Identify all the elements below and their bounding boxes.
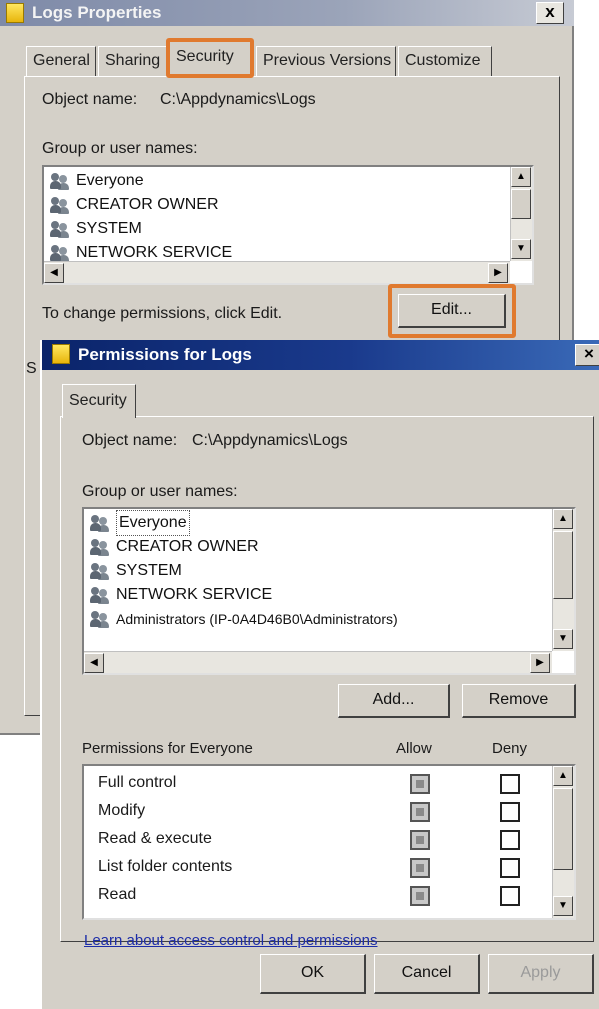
learn-access-control-link[interactable]: Learn about access control and permissio… — [84, 932, 378, 949]
close-icon[interactable]: x — [536, 2, 564, 24]
window-title: Logs Properties — [32, 3, 162, 22]
user-listbox[interactable]: Everyone CREATOR OWNER SYSTEM NETWORK SE… — [42, 165, 534, 285]
group-user-label: Group or user names: — [42, 140, 198, 157]
user-listbox[interactable]: Everyone CREATOR OWNER SYSTEM NETWORK SE… — [82, 507, 576, 675]
user-group-icon — [90, 514, 112, 532]
permission-name: Full control — [98, 774, 177, 791]
permissions-window: Permissions for Logs × Security Object n… — [40, 340, 599, 1009]
list-item[interactable]: Everyone — [46, 169, 508, 193]
user-group-icon — [50, 172, 72, 190]
list-item[interactable]: CREATOR OWNER — [46, 193, 508, 217]
allow-checkbox[interactable] — [410, 774, 430, 794]
permission-row: List folder contents — [84, 856, 552, 884]
user-group-icon — [50, 196, 72, 214]
scroll-right-icon[interactable]: ▶ — [530, 653, 550, 673]
tab-security[interactable]: Security — [166, 38, 254, 78]
permission-row: Modify — [84, 800, 552, 828]
deny-checkbox[interactable] — [500, 830, 520, 850]
scroll-up-icon[interactable]: ▲ — [553, 766, 573, 786]
object-name-label: Object name: — [82, 432, 178, 449]
allow-header: Allow — [396, 740, 432, 757]
user-group-icon — [90, 610, 112, 628]
object-name-label: Object name: — [42, 91, 138, 108]
logs-properties-titlebar[interactable]: Logs Properties x — [0, 0, 574, 26]
tab-customize[interactable]: Customize — [398, 46, 492, 76]
tab-sharing[interactable]: Sharing — [98, 46, 168, 76]
list-item[interactable]: SYSTEM — [86, 559, 548, 583]
remove-button[interactable]: Remove — [462, 684, 576, 718]
allow-checkbox[interactable] — [410, 886, 430, 906]
tab-general[interactable]: General — [26, 46, 96, 76]
scroll-left-icon[interactable]: ◀ — [44, 263, 64, 283]
allow-checkbox[interactable] — [410, 830, 430, 850]
permission-name: Read — [98, 886, 137, 903]
folder-icon — [6, 3, 24, 23]
edit-button[interactable]: Edit... — [398, 294, 506, 328]
allow-checkbox[interactable] — [410, 858, 430, 878]
user-list: Everyone CREATOR OWNER SYSTEM NETWORK SE… — [46, 169, 508, 265]
list-item[interactable]: CREATOR OWNER — [86, 535, 548, 559]
permission-row: Read — [84, 884, 552, 912]
deny-checkbox[interactable] — [500, 886, 520, 906]
edit-highlight: Edit... — [388, 284, 516, 338]
tab-security[interactable]: Security — [62, 384, 136, 418]
apply-button[interactable]: Apply — [488, 954, 594, 994]
permissions-listbox[interactable]: Full control Modify Read & execute List … — [82, 764, 576, 920]
allow-checkbox[interactable] — [410, 802, 430, 822]
user-group-icon — [90, 562, 112, 580]
scroll-thumb[interactable] — [553, 788, 573, 870]
object-name-value: C:\Appdynamics\Logs — [160, 91, 316, 108]
scroll-right-icon[interactable]: ▶ — [488, 263, 508, 283]
vertical-scrollbar[interactable]: ▲ ▼ — [552, 509, 574, 651]
deny-checkbox[interactable] — [500, 858, 520, 878]
horizontal-scrollbar[interactable]: ◀ ▶ — [44, 261, 510, 283]
user-group-icon — [90, 538, 112, 556]
permissions-for-label: Permissions for Everyone — [82, 740, 253, 757]
user-group-icon — [90, 586, 112, 604]
scroll-thumb[interactable] — [511, 189, 531, 219]
scroll-down-icon[interactable]: ▼ — [511, 239, 531, 259]
scroll-up-icon[interactable]: ▲ — [511, 167, 531, 187]
deny-checkbox[interactable] — [500, 774, 520, 794]
window-title: Permissions for Logs — [78, 345, 252, 364]
cancel-button[interactable]: Cancel — [374, 954, 480, 994]
vertical-scrollbar[interactable]: ▲ ▼ — [552, 766, 574, 918]
folder-icon — [52, 344, 70, 364]
user-group-icon — [50, 244, 72, 262]
permissions-titlebar[interactable]: Permissions for Logs × — [42, 340, 599, 370]
clipped-label: S — [26, 360, 37, 377]
list-item[interactable]: NETWORK SERVICE — [86, 583, 548, 607]
scroll-up-icon[interactable]: ▲ — [553, 509, 573, 529]
permission-name: Modify — [98, 802, 146, 819]
change-permissions-text: To change permissions, click Edit. — [42, 305, 283, 322]
list-item[interactable]: SYSTEM — [46, 217, 508, 241]
permissions-list: Full control Modify Read & execute List … — [84, 772, 552, 912]
scroll-down-icon[interactable]: ▼ — [553, 896, 573, 916]
group-user-label: Group or user names: — [82, 483, 238, 500]
permission-row: Full control — [84, 772, 552, 800]
deny-checkbox[interactable] — [500, 802, 520, 822]
scroll-down-icon[interactable]: ▼ — [553, 629, 573, 649]
horizontal-scrollbar[interactable]: ◀ ▶ — [84, 651, 552, 673]
tab-previous-versions[interactable]: Previous Versions — [256, 46, 396, 76]
user-group-icon — [50, 220, 72, 238]
scroll-thumb[interactable] — [553, 531, 573, 599]
permission-row: Read & execute — [84, 828, 552, 856]
permission-name: Read & execute — [98, 830, 212, 847]
list-item[interactable]: Administrators (IP-0A4D46B0\Administrato… — [86, 607, 548, 631]
list-item[interactable]: Everyone — [86, 510, 548, 536]
permission-name: List folder contents — [98, 858, 233, 875]
scroll-left-icon[interactable]: ◀ — [84, 653, 104, 673]
deny-header: Deny — [492, 740, 528, 757]
add-button[interactable]: Add... — [338, 684, 450, 718]
ok-button[interactable]: OK — [260, 954, 366, 994]
object-name-value: C:\Appdynamics\Logs — [192, 432, 348, 449]
user-list: Everyone CREATOR OWNER SYSTEM NETWORK SE… — [86, 510, 548, 631]
vertical-scrollbar[interactable]: ▲ ▼ — [510, 167, 532, 261]
close-icon[interactable]: × — [575, 344, 599, 366]
